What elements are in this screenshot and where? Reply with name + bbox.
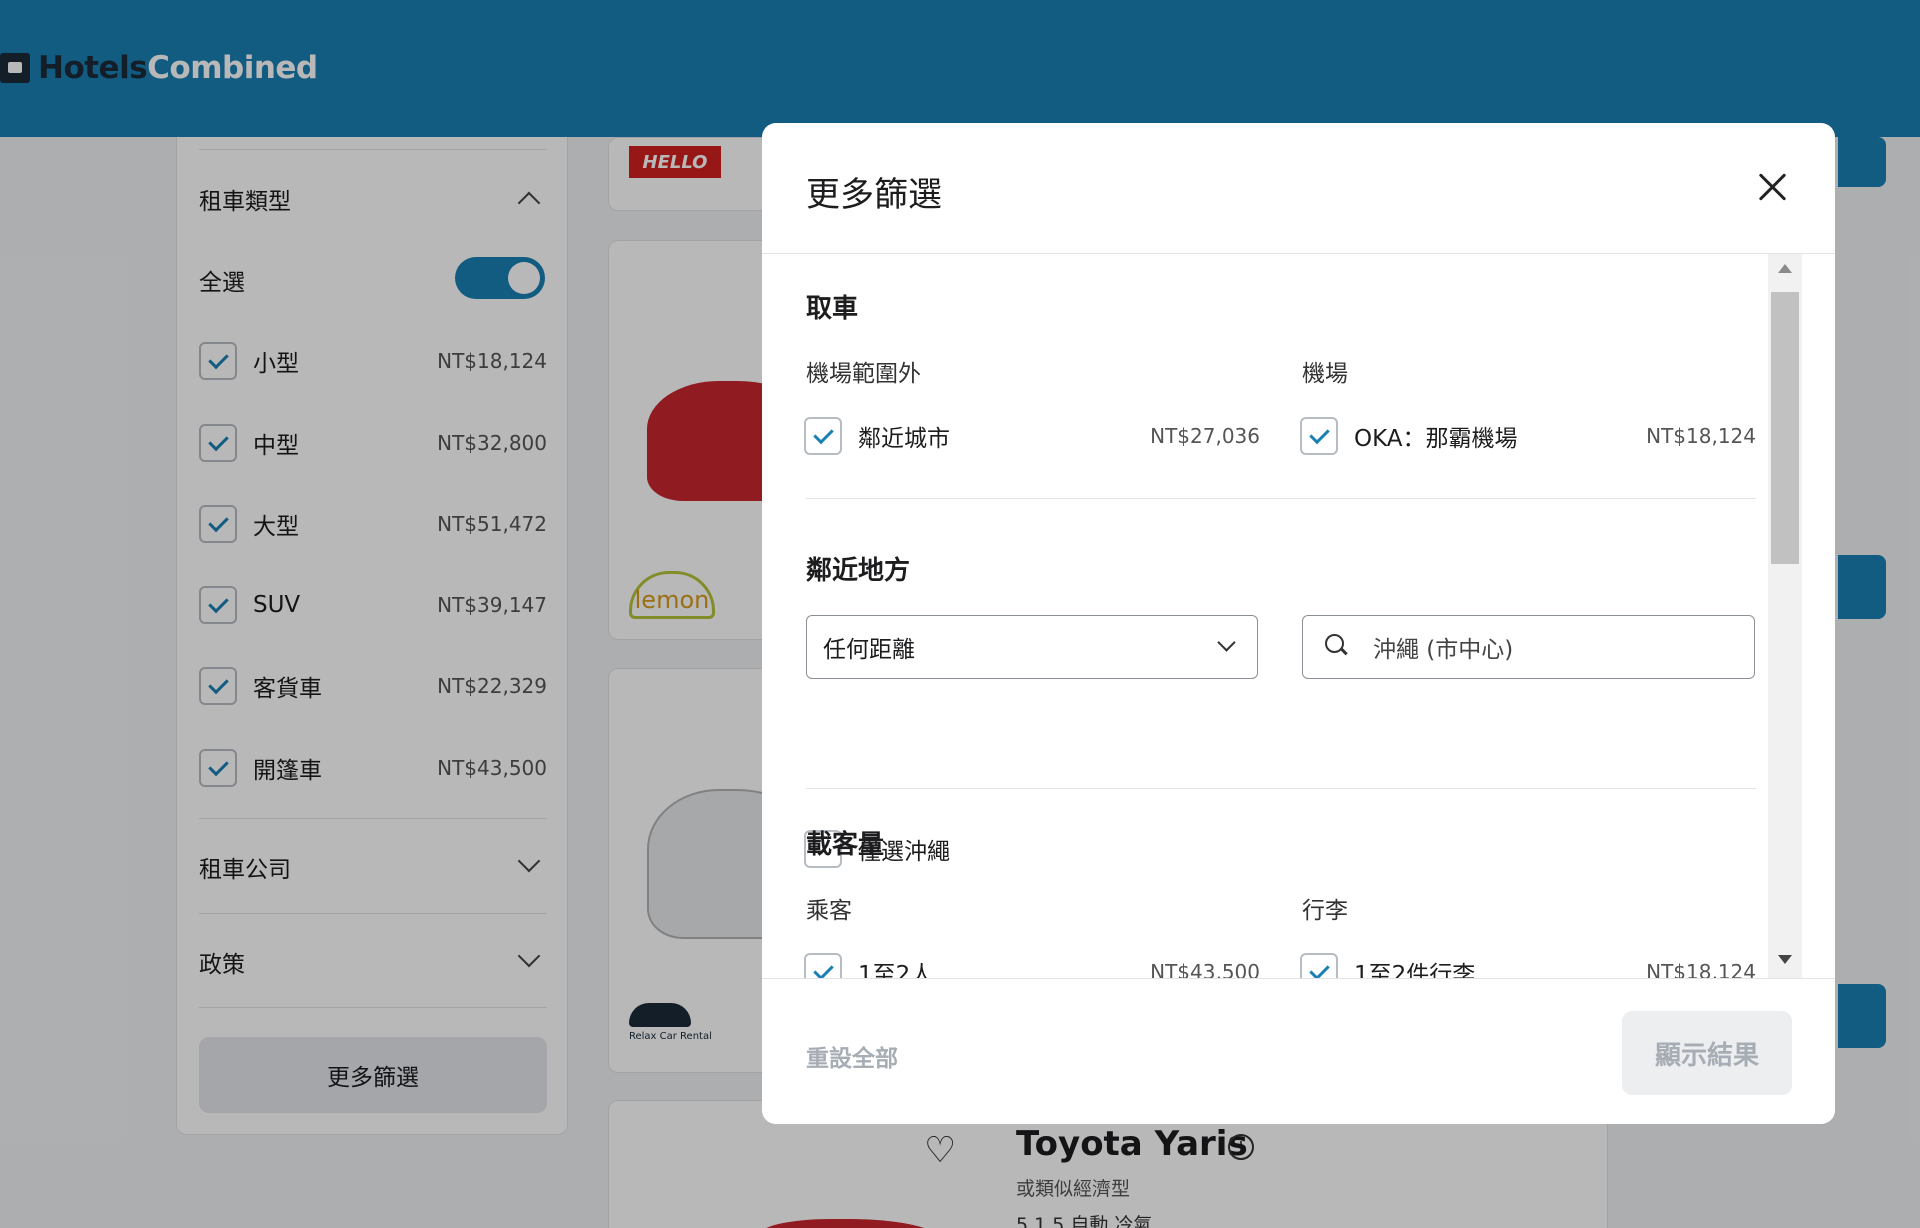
pickup-section-title: 取車: [806, 294, 859, 324]
chevron-down-icon: [1217, 633, 1236, 652]
location-search-input[interactable]: 沖繩 (市中心): [1302, 615, 1755, 679]
oka-airport-option[interactable]: OKA：那霸機場 NT$18,124: [1300, 416, 1756, 456]
modal-header: 更多篩選: [762, 123, 1835, 254]
option-label: 1至2人: [858, 962, 934, 978]
airport-label: 機場: [1302, 361, 1348, 387]
option-price: NT$43,500: [1150, 960, 1260, 978]
show-results-button[interactable]: 顯示結果: [1622, 1011, 1792, 1095]
scroll-down-arrow-icon[interactable]: [1778, 955, 1792, 964]
more-filters-modal: 更多篩選 取車 機場範圍外 機場 鄰近城市 NT$27,036 OKA：那霸機場…: [762, 123, 1835, 1124]
option-price: NT$27,036: [1150, 424, 1260, 448]
option-label: 鄰近城市: [858, 426, 950, 452]
checkbox[interactable]: [1300, 417, 1338, 455]
option-price: NT$18,124: [1646, 960, 1756, 978]
modal-footer: 重設全部 顯示結果: [762, 978, 1835, 1124]
option-label: 僅選沖繩: [858, 839, 950, 865]
scroll-thumb[interactable]: [1771, 292, 1799, 564]
checkbox[interactable]: [804, 417, 842, 455]
luggage-1-2-option[interactable]: 1至2件行李 NT$18,124: [1300, 952, 1756, 978]
modal-scrollbar[interactable]: [1768, 254, 1802, 978]
off-airport-label: 機場範圍外: [806, 361, 921, 387]
divider: [806, 788, 1756, 789]
close-icon[interactable]: [1752, 167, 1792, 207]
option-label: OKA：那霸機場: [1354, 426, 1518, 452]
capacity-section-title: 載客量: [806, 830, 885, 860]
modal-title: 更多篩選: [806, 175, 942, 215]
search-icon: [1325, 634, 1347, 656]
passengers-label: 乘客: [806, 898, 852, 924]
nearby-city-option[interactable]: 鄰近城市 NT$27,036: [804, 416, 1260, 456]
option-label: 1至2件行李: [1354, 962, 1476, 978]
divider: [806, 498, 1756, 499]
distance-value: 任何距離: [823, 637, 915, 663]
distance-dropdown[interactable]: 任何距離: [806, 615, 1258, 679]
option-price: NT$18,124: [1646, 424, 1756, 448]
luggage-label: 行李: [1302, 898, 1348, 924]
checkbox[interactable]: [1300, 953, 1338, 978]
reset-all-link[interactable]: 重設全部: [806, 1039, 898, 1073]
location-search-placeholder: 沖繩 (市中心): [1373, 637, 1514, 663]
passengers-1-2-option[interactable]: 1至2人 NT$43,500: [804, 952, 1260, 978]
checkbox[interactable]: [804, 953, 842, 978]
nearby-section-title: 鄰近地方: [806, 556, 911, 586]
scroll-up-arrow-icon[interactable]: [1778, 264, 1792, 273]
